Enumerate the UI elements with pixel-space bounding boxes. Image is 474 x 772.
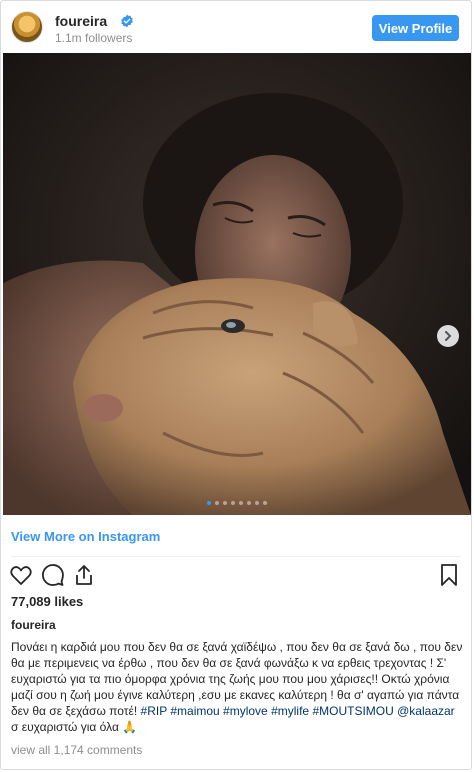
like-count[interactable]: 77,089 likes (11, 594, 83, 609)
carousel-dot (239, 501, 243, 505)
instagram-embed-card: foureira 1.1m followers View Profile Vie… (0, 0, 472, 770)
view-profile-button[interactable]: View Profile (372, 15, 459, 41)
carousel-dot (255, 501, 259, 505)
carousel-dot (247, 501, 251, 505)
divider (11, 556, 461, 557)
hashtag-link[interactable]: #RIP (141, 704, 167, 718)
hashtag-link[interactable]: #maimou (170, 704, 219, 718)
follower-count: 1.1m followers (55, 31, 133, 45)
avatar[interactable] (11, 11, 43, 43)
carousel-dot (263, 501, 267, 505)
photo-illustration (3, 53, 471, 515)
view-all-comments-link[interactable]: view all 1,174 comments (11, 743, 142, 757)
username[interactable]: foureira (55, 13, 107, 29)
caption-username[interactable]: foureira (11, 618, 56, 632)
post-header: foureira 1.1m followers View Profile (1, 1, 471, 53)
caption-tail: σ ευχαριστώ για όλα 🙏 (11, 720, 138, 734)
hashtag-link[interactable]: #mylove (223, 704, 268, 718)
post-photo[interactable] (3, 53, 471, 515)
caption: Πονάει η καρδιά μου που δεν θα σε ξανά χ… (11, 639, 463, 735)
carousel-indicator (3, 501, 471, 505)
verified-badge-icon (121, 14, 133, 28)
mention-link[interactable]: @kalaazar (397, 704, 455, 718)
action-bar (1, 561, 471, 589)
carousel-dot (223, 501, 227, 505)
heart-icon[interactable] (9, 563, 33, 587)
hashtag-link[interactable]: #MOUTSIMOU (312, 704, 393, 718)
comment-icon[interactable] (41, 563, 65, 587)
bookmark-icon[interactable] (437, 563, 461, 587)
carousel-dot (215, 501, 219, 505)
carousel-next-button[interactable] (437, 325, 459, 347)
carousel-dot (231, 501, 235, 505)
view-more-on-instagram-link[interactable]: View More on Instagram (11, 529, 160, 544)
chevron-right-icon (445, 331, 452, 341)
carousel-dot (207, 501, 211, 505)
hashtag-link[interactable]: #mylife (271, 704, 309, 718)
share-icon[interactable] (72, 563, 96, 587)
